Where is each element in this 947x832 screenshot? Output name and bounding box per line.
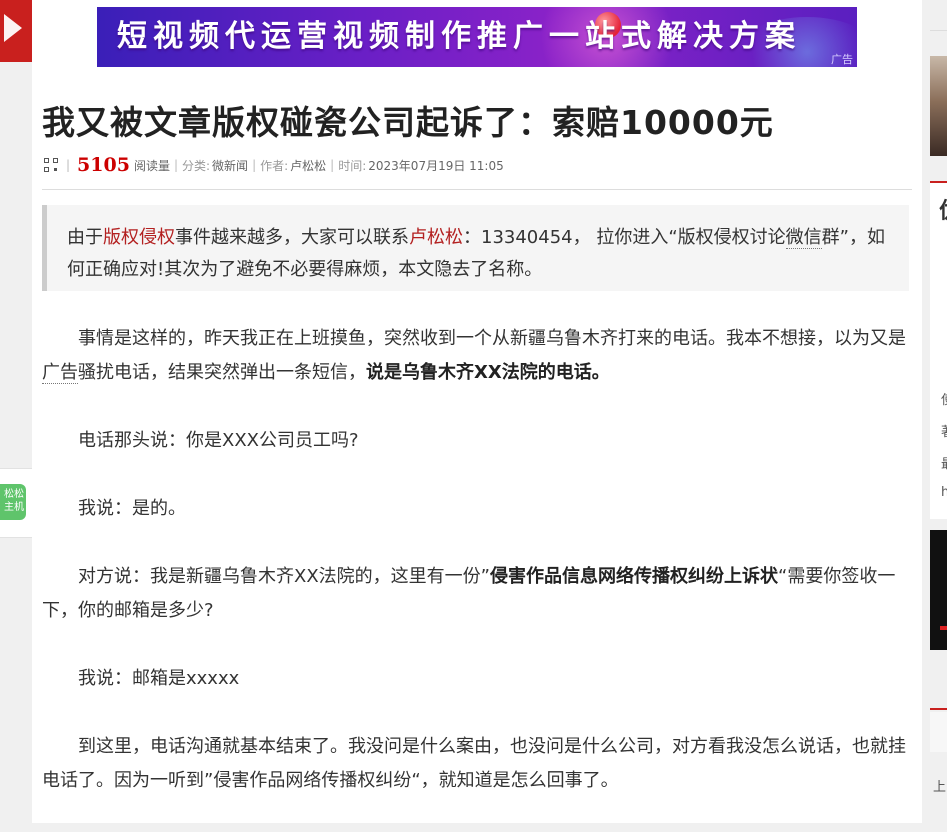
left-red-tab[interactable] <box>0 0 32 62</box>
sidebar-card-title: 优 <box>939 193 947 225</box>
notice-text: ：13340454， 拉你进入“版权侵权讨论 <box>463 227 786 248</box>
article-paragraph: 电话那头说：你是XXX公司员工吗? <box>78 430 359 451</box>
article-paragraph: 我说：是的。 <box>78 498 186 519</box>
banner-text: 短视频代运营视频制作推广一站式解决方案 <box>117 19 801 54</box>
main-content: 短视频代运营视频制作推广一站式解决方案 广告 我又被文章版权碰瓷公司起诉了：索赔… <box>32 0 922 823</box>
sidebar-box <box>930 712 947 752</box>
ad-tag: 广告 <box>831 53 853 66</box>
read-count-label: 阅读量 <box>133 158 170 173</box>
article-paragraph: 我说：邮箱是xxxxx <box>78 668 240 689</box>
sidebar-text: 上 <box>933 780 947 795</box>
promo-line-1: 松松 <box>4 489 24 500</box>
paragraph-text: 事情是这样的，昨天我正在上班摸鱼，突然收到一个从新疆乌鲁木齐打来的电话。我本不想… <box>78 328 906 349</box>
sidebar-text: h <box>941 485 947 500</box>
paragraph-bold: 说是乌鲁木齐XX法院的电话。 <box>366 362 610 383</box>
sidebar-text: 最 <box>941 453 947 472</box>
keyword-link-author[interactable]: 卢松松 <box>409 227 463 248</box>
paragraph-text: 骚扰电话，结果突然弹出一条短信， <box>78 362 366 383</box>
author-link[interactable]: 卢松松 <box>290 157 326 174</box>
sidebar-text: 著 <box>941 421 947 440</box>
category-link[interactable]: 微新闻 <box>212 157 248 174</box>
article-paragraph: 对方说：我是新疆乌鲁木齐XX法院的，这里有一份”侵害作品信息网络传播权纠纷上诉状… <box>42 560 910 628</box>
sidebar-text: 使 <box>941 389 947 408</box>
qr-code-icon[interactable] <box>44 158 58 172</box>
sidebar-card: 优 使 著 最 h <box>930 181 947 519</box>
meta-separator: | <box>252 158 257 172</box>
sidebar-section-line <box>930 708 947 710</box>
article-paragraph: 到这里，电话沟通就基本结束了。我没问是什么案由，也没问是什么公司，对方看我没怎么… <box>42 736 906 791</box>
sidebar-ad-image[interactable] <box>930 530 947 650</box>
meta-separator: | <box>173 158 178 172</box>
notice-text: 事件越来越多，大家可以联系 <box>175 227 409 248</box>
author-label: 作者: <box>260 158 289 173</box>
time-label: 时间: <box>338 158 367 173</box>
meta-separator: | <box>330 158 335 172</box>
paragraph-bold: 侵害作品信息网络传播权纠纷上诉状 <box>490 566 778 587</box>
publish-time: 2023年07月19日 11:05 <box>368 158 504 173</box>
sidebar-divider <box>930 30 947 31</box>
sidebar-ad-accent <box>940 626 947 630</box>
ad-banner[interactable]: 短视频代运营视频制作推广一站式解决方案 广告 <box>97 7 857 67</box>
article-paragraph: 事情是这样的，昨天我正在上班摸鱼，突然收到一个从新疆乌鲁木齐打来的电话。我本不想… <box>42 322 910 390</box>
article-body: 事情是这样的，昨天我正在上班摸鱼，突然收到一个从新疆乌鲁木齐打来的电话。我本不想… <box>42 322 910 832</box>
notice-text: 由于 <box>67 227 103 248</box>
left-rail <box>0 0 32 823</box>
keyword-link-ad[interactable]: 广告 <box>42 362 78 384</box>
arrow-icon <box>4 14 22 42</box>
paragraph-text: 对方说：我是新疆乌鲁木齐XX法院的，这里有一份” <box>78 566 490 587</box>
promo-line-2: 主机 <box>4 502 24 513</box>
keyword-link-wechat[interactable]: 微信 <box>785 227 822 249</box>
notice-box: 由于版权侵权事件越来越多，大家可以联系卢松松：13340454， 拉你进入“版权… <box>42 205 909 291</box>
left-promo-badge[interactable]: 松松 主机 <box>0 484 26 520</box>
keyword-link-copyright[interactable]: 版权侵权 <box>103 227 175 248</box>
sidebar-avatar[interactable] <box>930 56 947 156</box>
article-meta: | 5105 阅读量 | 分类: 微新闻 | 作者: 卢松松 | 时间: 202… <box>44 154 504 176</box>
article-title: 我又被文章版权碰瓷公司起诉了：索赔10000元 <box>42 103 774 142</box>
title-divider <box>42 189 912 190</box>
category-label: 分类: <box>182 158 211 173</box>
read-count: 5105 <box>77 154 130 176</box>
meta-separator: | <box>66 158 71 172</box>
